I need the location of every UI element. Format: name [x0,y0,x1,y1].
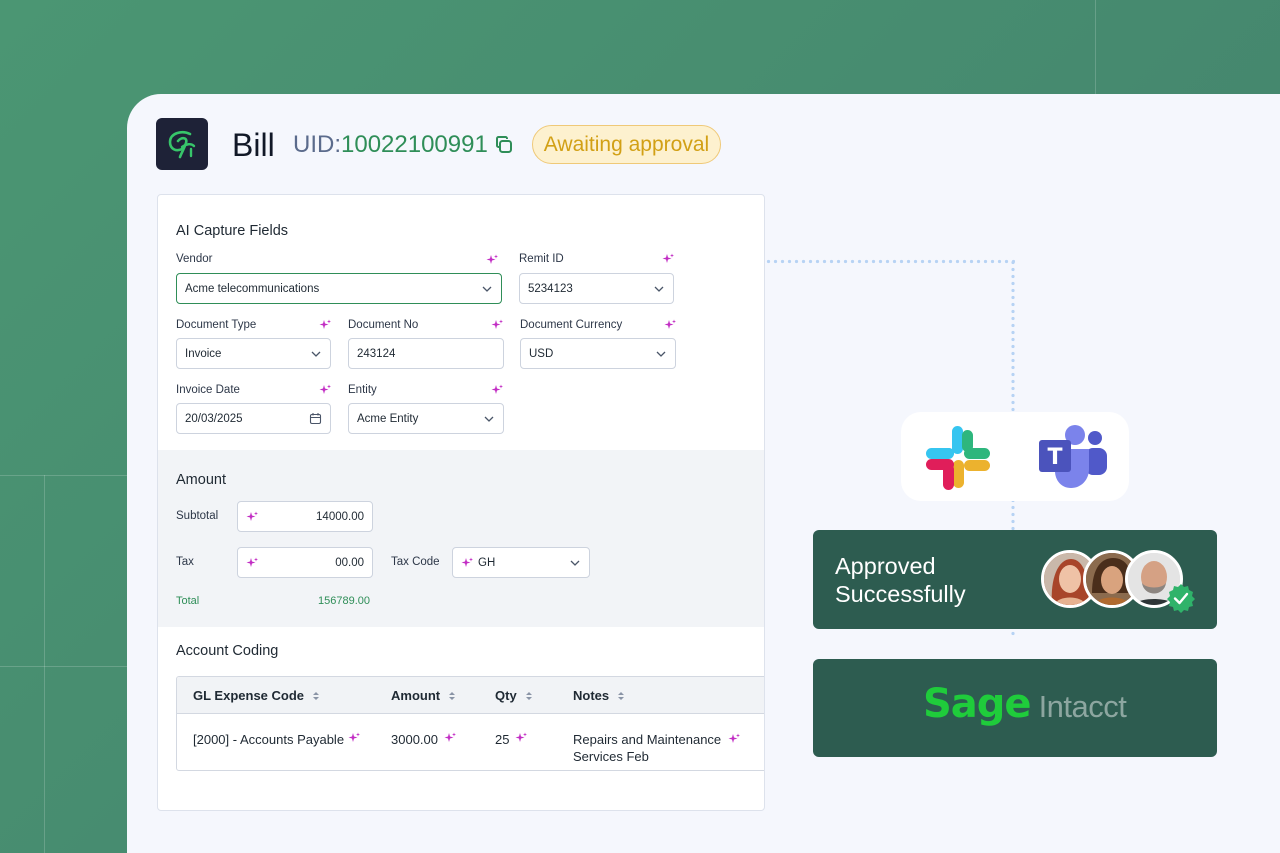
sage-intacct-logo: Sage Intacct [923,681,1127,727]
uid-prefix: UID: [293,131,341,158]
chevron-down-icon [482,286,492,292]
grid-line [44,475,45,853]
document-type-label: Document Type [176,319,257,331]
ai-sparkle-icon [319,384,331,394]
ai-sparkle-icon [461,557,473,567]
calendar-icon[interactable] [309,412,322,425]
remit-id-label: Remit ID [519,253,564,265]
bill-form-panel: AI Capture Fields Vendor Acme telecommun… [157,194,765,811]
amount-section [158,450,764,627]
entity-label: Entity [348,384,377,396]
ai-sparkle-icon [319,319,331,329]
entity-value: Acme Entity [357,412,419,425]
document-no-value: 243124 [357,347,396,360]
document-currency-label: Document Currency [520,319,623,331]
ai-sparkle-icon [246,511,258,521]
notes-cell: Repairs and Maintenance Services Feb [573,732,722,764]
teams-icon[interactable]: T [1039,425,1109,489]
vendor-value: Acme telecommunications [185,282,320,295]
remit-id-value: 5234123 [528,282,573,295]
tax-label: Tax [176,556,194,568]
tax-code-label: Tax Code [391,556,440,568]
grid-line [1095,0,1096,94]
ai-sparkle-icon [664,319,676,329]
grid-line [0,666,127,667]
sage-wordmark: Sage [923,681,1032,727]
account-coding-title: Account Coding [176,643,279,659]
invoice-date-value: 20/03/2025 [185,412,243,425]
document-no-input[interactable]: 243124 [348,338,504,369]
subtotal-input[interactable]: 14000.00 [237,501,373,532]
tax-value: 00.00 [335,557,364,569]
column-header-qty[interactable]: Qty [495,688,533,703]
ai-sparkle-icon [491,384,503,394]
document-currency-value: USD [529,347,554,360]
tax-code-value: GH [478,557,496,569]
amount-title: Amount [176,472,226,488]
approved-message: Approved Successfully [835,553,966,607]
document-type-select[interactable]: Invoice [176,338,331,369]
chat-integrations-card: T [901,412,1129,501]
account-coding-table: GL Expense Code Amount Qty Notes [2000] … [176,676,764,771]
subtotal-label: Subtotal [176,510,219,522]
chevron-down-icon [311,351,321,357]
qty-cell: 25 [495,731,528,748]
subtotal-value: 14000.00 [316,511,364,523]
tax-input[interactable]: 00.00 [237,547,373,578]
sort-icon[interactable] [617,691,625,701]
slack-icon[interactable] [926,426,990,490]
sort-icon[interactable] [525,691,533,701]
ai-sparkle-icon [491,319,503,329]
ai-sparkle-icon [515,732,528,742]
document-no-label: Document No [348,319,419,331]
document-currency-select[interactable]: USD [520,338,676,369]
ai-sparkle-icon [246,557,258,567]
teams-letter: T [1047,445,1062,470]
gl-code-cell: [2000] - Accounts Payable [193,731,361,748]
table-header: GL Expense Code Amount Qty Notes [177,677,764,714]
copy-icon[interactable] [494,135,514,155]
column-header-gl-code[interactable]: GL Expense Code [193,688,320,703]
vendor-select[interactable]: Acme telecommunications [176,273,502,304]
verified-check-icon [1167,584,1195,613]
ai-capture-title: AI Capture Fields [176,223,289,239]
sort-icon[interactable] [312,691,320,701]
amount-cell: 3000.00 [391,731,456,748]
sage-intacct-card: Sage Intacct [813,659,1217,757]
app-logo [156,118,208,170]
chevron-down-icon [570,560,580,566]
total-label: Total [176,595,200,607]
chevron-down-icon [654,286,664,292]
column-header-notes[interactable]: Notes [573,688,625,703]
uid-value: 10022100991 [341,131,488,158]
ai-sparkle-icon [662,253,674,263]
grid-line [0,475,127,476]
ai-sparkle-icon [728,733,740,743]
bill-uid: UID: 10022100991 [293,130,514,160]
sort-icon[interactable] [448,691,456,701]
document-type-value: Invoice [185,347,222,360]
ai-sparkle-icon [486,254,498,264]
total-value: 156789.00 [318,595,370,607]
invoice-date-input[interactable]: 20/03/2025 [176,403,331,434]
approved-card: Approved Successfully [813,530,1217,629]
tax-code-select[interactable]: GH [452,547,590,578]
entity-select[interactable]: Acme Entity [348,403,504,434]
status-badge: Awaiting approval [532,125,721,164]
column-header-amount[interactable]: Amount [391,688,456,703]
invoice-date-label: Invoice Date [176,384,240,396]
ai-sparkle-icon [348,732,361,742]
ai-sparkle-icon [444,732,456,742]
connector-line [765,259,1015,264]
page-title: Bill [232,127,275,163]
chevron-down-icon [656,351,666,357]
remit-id-select[interactable]: 5234123 [519,273,674,304]
chevron-down-icon [484,416,494,422]
logo-mark-icon [168,130,196,159]
vendor-label: Vendor [176,253,213,265]
intacct-wordmark: Intacct [1038,689,1127,724]
